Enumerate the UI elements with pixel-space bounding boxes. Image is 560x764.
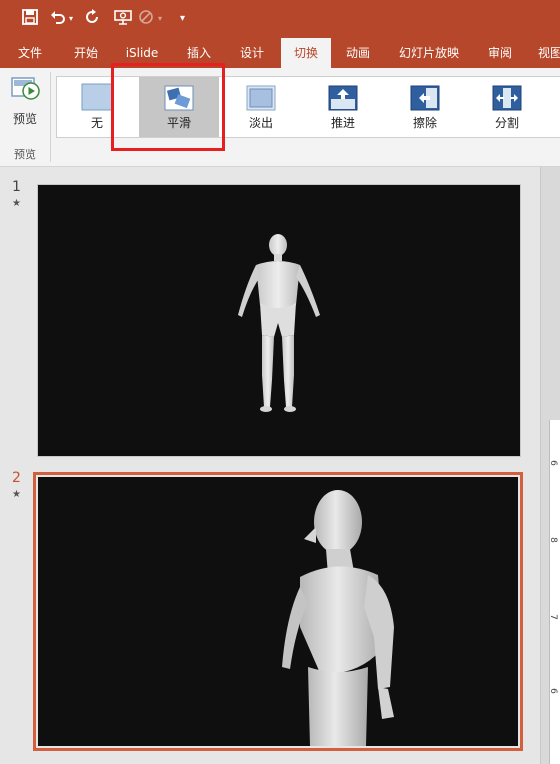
slide-thumbnail-1[interactable]: [37, 184, 521, 457]
human-figure-side-image: [282, 490, 394, 746]
undo-dropdown-icon[interactable]: ▾: [69, 9, 73, 29]
tab-transitions[interactable]: 切换: [281, 38, 331, 68]
tab-slideshow[interactable]: 幻灯片放映: [388, 38, 470, 68]
ribbon-tabs: 文件 开始 iSlide 插入 设计 切换 动画 幻灯片放映 审阅 视图: [0, 38, 560, 68]
disabled-icon: [138, 9, 154, 30]
tab-view[interactable]: 视图: [530, 38, 560, 68]
transition-push[interactable]: 推进: [303, 77, 383, 137]
tab-file[interactable]: 文件: [6, 38, 54, 68]
preview-label: 预览: [12, 112, 37, 126]
redo-icon[interactable]: [84, 9, 100, 30]
ruler-number: 6: [547, 460, 558, 466]
tab-design[interactable]: 设计: [228, 38, 276, 68]
tab-animations[interactable]: 动画: [334, 38, 382, 68]
present-icon[interactable]: [114, 9, 132, 30]
highlight-box: [111, 63, 225, 151]
slide-number-2: 2: [12, 470, 21, 486]
ribbon-group-divider: [50, 72, 51, 162]
preview-group-label: 预览: [14, 148, 36, 161]
ruler-number: 7: [547, 614, 558, 620]
slide-thumbnail-2[interactable]: [38, 477, 518, 746]
ribbon: 预览 预览 无 平滑 淡出 推进 擦除 分割: [0, 68, 560, 167]
tab-home[interactable]: 开始: [60, 38, 112, 68]
transition-push-label: 推进: [330, 116, 355, 130]
fade-icon: [246, 85, 276, 111]
undo-icon[interactable]: [50, 9, 66, 30]
quick-access-toolbar: ▾ ▾ ▾: [0, 0, 560, 38]
ruler-number: 6: [547, 688, 558, 694]
transition-split-label: 分割: [494, 116, 519, 130]
tab-review[interactable]: 审阅: [476, 38, 524, 68]
human-figure-front-image: [238, 234, 320, 412]
slide-thumbnail-pane[interactable]: 1 ★ 2 ★: [0, 167, 540, 764]
none-thumbnail-icon: [81, 83, 113, 111]
preview-button[interactable]: 预览: [4, 74, 46, 130]
save-icon[interactable]: [22, 9, 38, 30]
wipe-icon: [410, 85, 440, 111]
split-icon: [492, 85, 522, 111]
more-icon: ▾: [158, 14, 163, 23]
customize-icon[interactable]: ▾: [180, 9, 185, 29]
transition-wipe-label: 擦除: [412, 116, 437, 130]
transition-wipe[interactable]: 擦除: [385, 77, 465, 137]
ruler-number: 8: [547, 537, 558, 543]
transition-split[interactable]: 分割: [467, 77, 547, 137]
transition-fade-label: 淡出: [248, 116, 273, 130]
slide-number-1: 1: [12, 179, 21, 195]
push-icon: [328, 85, 358, 111]
transition-star-icon: ★: [12, 198, 21, 209]
preview-icon: [10, 74, 40, 108]
vertical-ruler: [549, 420, 560, 764]
transition-star-icon: ★: [12, 489, 21, 500]
transition-fade[interactable]: 淡出: [221, 77, 301, 137]
